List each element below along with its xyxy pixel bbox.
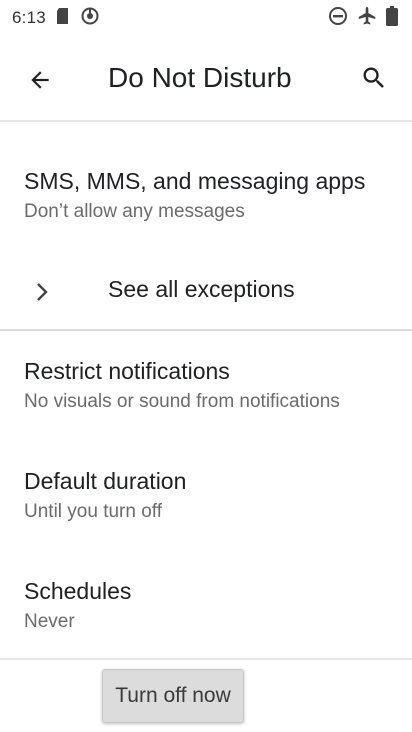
- item-title: Default duration: [24, 468, 187, 494]
- chevron-right-icon: [37, 283, 48, 301]
- item-subtitle: No visuals or sound from notifications: [24, 391, 340, 412]
- status-bar: 6:13: [0, 0, 412, 36]
- search-icon: [363, 67, 384, 88]
- list-item-restrict-notifications[interactable]: Restrict notifications No visuals or sou…: [0, 350, 412, 430]
- status-time: 6:13: [12, 8, 46, 27]
- dnd-icon: [328, 6, 348, 31]
- back-button[interactable]: [18, 58, 62, 102]
- page-title: Do Not Disturb: [108, 62, 292, 93]
- section-divider: [0, 329, 412, 331]
- item-title: Restrict notifications: [24, 358, 230, 384]
- item-subtitle: Don’t allow any messages: [24, 201, 245, 222]
- see-all-exceptions[interactable]: See all exceptions: [0, 258, 412, 326]
- search-button[interactable]: [352, 56, 396, 100]
- bottom-divider: [0, 658, 412, 660]
- list-item-default-duration[interactable]: Default duration Until you turn off: [0, 460, 412, 540]
- turn-off-now-button[interactable]: Turn off now: [102, 669, 244, 723]
- item-title: Schedules: [24, 578, 132, 604]
- list-item-messages[interactable]: SMS, MMS, and messaging apps Don’t allow…: [0, 160, 412, 236]
- data-saver-icon: [80, 6, 100, 31]
- item-title: SMS, MMS, and messaging apps: [24, 168, 366, 194]
- list-item-schedules[interactable]: Schedules Never: [0, 570, 412, 650]
- airplane-icon: [357, 6, 377, 31]
- app-bar-divider: [0, 120, 412, 122]
- item-subtitle: Until you turn off: [24, 501, 163, 522]
- sd-card-icon: [56, 7, 70, 29]
- item-subtitle: Never: [24, 611, 75, 632]
- app-bar: Do Not Disturb: [0, 36, 412, 120]
- arrow-back-icon: [31, 71, 49, 89]
- exceptions-label: See all exceptions: [108, 276, 295, 302]
- battery-icon: [386, 5, 398, 31]
